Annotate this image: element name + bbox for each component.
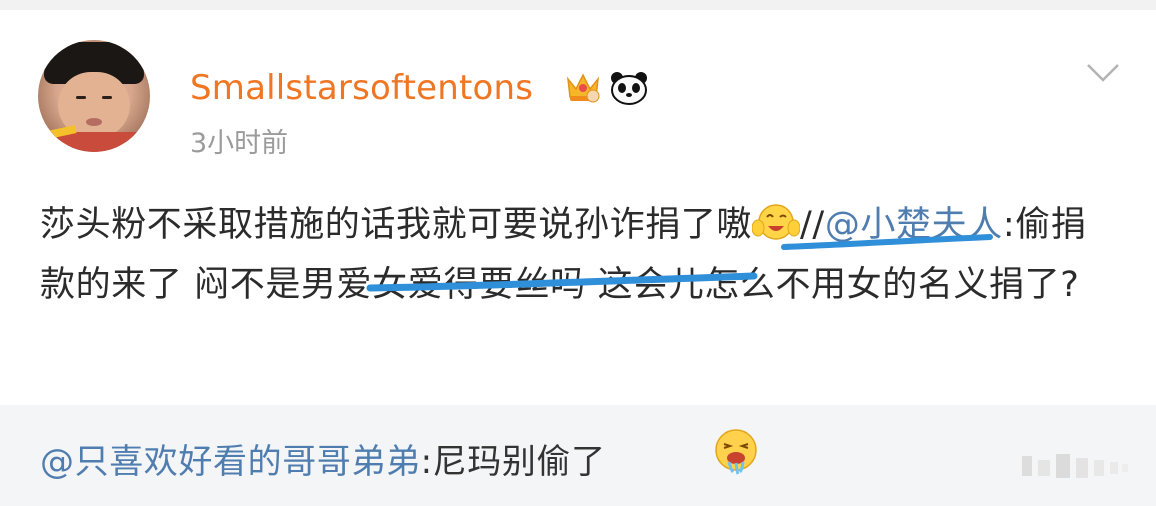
underline-annotation xyxy=(781,234,993,250)
post-body: 莎头粉不采取措施的话我就可要说孙诈捐了嗷 //@小楚夫人:偷捐款的来了 闷不是男… xyxy=(40,195,1120,315)
repost-comment: :尼玛别偷了 xyxy=(420,442,606,482)
strikethrough-annotation xyxy=(366,272,758,292)
repost-mention-link[interactable]: @只喜欢好看的哥哥弟弟 xyxy=(40,442,421,482)
repost-section[interactable]: @只喜欢好看的哥哥弟弟:尼玛别偷了 xyxy=(0,405,1156,506)
post-text-main: 莎头粉不采取措施的话我就可要说孙诈捐了嗷 xyxy=(40,205,753,245)
drooling-face-emoji-icon xyxy=(715,429,757,475)
panda-icon xyxy=(611,72,647,105)
repost-text: @只喜欢好看的哥哥弟弟:尼玛别偷了 xyxy=(40,438,606,486)
weibo-watermark-icon xyxy=(1022,454,1128,478)
post-timestamp: 3小时前 xyxy=(190,128,289,159)
vip-crown-icon xyxy=(566,73,600,103)
top-separator xyxy=(0,0,1156,10)
avatar[interactable] xyxy=(38,40,150,152)
username[interactable]: Smallstarsoftentons xyxy=(190,64,533,112)
chevron-down-icon[interactable] xyxy=(1086,62,1120,84)
